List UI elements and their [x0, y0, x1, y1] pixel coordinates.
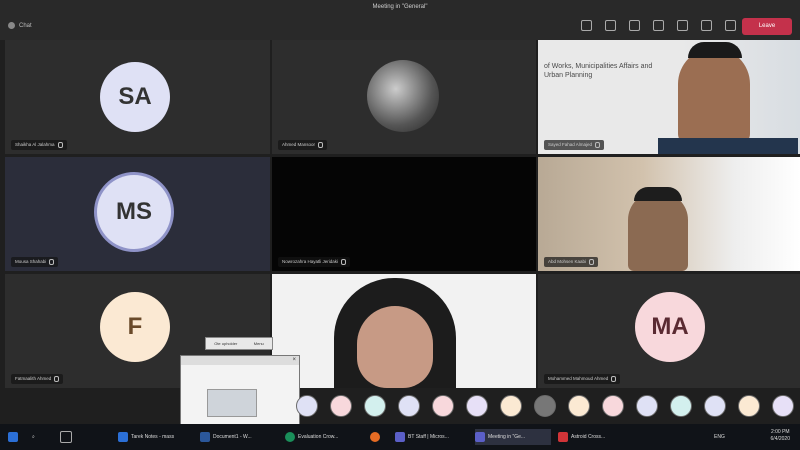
- person-video: [628, 192, 688, 271]
- firefox-icon: [370, 432, 380, 442]
- participant-video[interactable]: [272, 274, 536, 388]
- participant-bubble[interactable]: [500, 395, 522, 417]
- teams-icon: [475, 432, 485, 442]
- participant-bubble[interactable]: [534, 395, 556, 417]
- tooltip-right: Menu: [253, 341, 264, 346]
- taskbar-app-active[interactable]: Meeting in "Ge...: [475, 429, 551, 445]
- avatar: MS: [97, 175, 171, 249]
- video-grid: SA Shaikha Al Jalahma Ahmed Mansoor of W…: [5, 40, 800, 388]
- taskbar-app[interactable]: Evaluation Crow...: [285, 429, 361, 445]
- avatar: SA: [100, 62, 170, 132]
- camera-icon[interactable]: [677, 20, 688, 31]
- mic-icon: [341, 259, 347, 265]
- meeting-title-bar: Meeting in "General" Chat Leave: [0, 0, 800, 40]
- people-icon[interactable]: [581, 20, 592, 31]
- back-icon: [8, 22, 15, 29]
- participant-bubble[interactable]: [432, 395, 454, 417]
- participant-name: Shaikha Al Jalahma: [11, 140, 67, 150]
- close-icon[interactable]: ×: [292, 357, 296, 363]
- participant-bubble[interactable]: [636, 395, 658, 417]
- participant-bubble[interactable]: [466, 395, 488, 417]
- participant-bubble[interactable]: [364, 395, 386, 417]
- share-icon[interactable]: [725, 20, 736, 31]
- person-video: [357, 306, 433, 388]
- participant-name: Abd Mohsen Kaabi: [544, 257, 599, 267]
- participant-bubble[interactable]: [670, 395, 692, 417]
- meeting-title: Meeting in "General": [372, 4, 428, 10]
- pdf-icon: [558, 432, 568, 442]
- more-icon[interactable]: [653, 20, 664, 31]
- windows-icon: [8, 432, 18, 442]
- shirt: [658, 138, 798, 154]
- participant-tile[interactable]: SA Shaikha Al Jalahma: [5, 40, 270, 154]
- windows-taskbar: ⌕ Tarek Notes - mass Document1 - W... Ev…: [0, 424, 800, 450]
- chat-icon[interactable]: [605, 20, 616, 31]
- hair: [634, 187, 682, 201]
- mic-icon: [595, 142, 601, 148]
- mic-icon: [49, 259, 55, 265]
- clock-date: 6/4/2020: [770, 436, 790, 442]
- participant-name: Nowrozahra Hayatli Jeridaki: [278, 257, 351, 267]
- participant-bubble[interactable]: [772, 395, 794, 417]
- app-icon: [118, 432, 128, 442]
- participant-name: Mohammed Mahmoud Ahmed: [544, 374, 621, 384]
- participant-tile[interactable]: MA Mohammed Mahmoud Ahmed: [538, 274, 800, 388]
- meeting-controls: [581, 20, 736, 31]
- mic-icon: [611, 376, 617, 382]
- search-button[interactable]: ⌕: [32, 429, 35, 445]
- participant-bubble[interactable]: [398, 395, 420, 417]
- participant-bubble[interactable]: [704, 395, 726, 417]
- teams-icon: [395, 432, 405, 442]
- participant-bubbles: [296, 395, 794, 417]
- participant-tile[interactable]: MS Mousa Shahabi: [5, 157, 270, 271]
- clock[interactable]: 2:00 PM 6/4/2020: [771, 429, 790, 443]
- hand-icon[interactable]: [629, 20, 640, 31]
- taskbar-app[interactable]: [370, 429, 380, 445]
- tooltip-left: Ote upholder: [214, 341, 238, 346]
- preview-titlebar: [181, 356, 299, 365]
- participant-video[interactable]: of Works, Municipalities Affairs and Urb…: [538, 40, 800, 154]
- taskbar-app[interactable]: Tarek Notes - mass: [118, 429, 190, 445]
- profile-photo: [367, 60, 439, 132]
- leave-button[interactable]: Leave: [742, 18, 792, 35]
- mic-icon: [57, 142, 63, 148]
- banner-text: of Works, Municipalities Affairs and Urb…: [544, 63, 653, 79]
- participant-bubble[interactable]: [330, 395, 352, 417]
- participant-bubble[interactable]: [602, 395, 624, 417]
- participant-bubble[interactable]: [568, 395, 590, 417]
- preview-thumbnail: [207, 389, 257, 417]
- participant-tile[interactable]: Ahmed Mansoor: [272, 40, 536, 154]
- participant-bubble[interactable]: [296, 395, 318, 417]
- back-label: Chat: [19, 23, 32, 30]
- participant-name: Fatmaalith Ahmed: [11, 374, 64, 384]
- participant-name: Sayed Fahad Almajed: [544, 140, 605, 150]
- avatar: F: [100, 292, 170, 362]
- word-icon: [200, 432, 210, 442]
- thumbnail-tooltip: Ote upholder Menu: [205, 337, 273, 350]
- taskbar-app[interactable]: BT Staff | Micros...: [395, 429, 469, 445]
- task-view-button[interactable]: [60, 429, 72, 445]
- participant-name: Ahmed Mansoor: [278, 140, 328, 150]
- clock-time: 2:00 PM: [770, 429, 790, 435]
- search-icon: ⌕: [32, 434, 35, 440]
- mic-icon: [54, 376, 60, 382]
- taskbar-preview-window[interactable]: ×: [180, 355, 300, 427]
- person-video: [678, 48, 750, 144]
- chrome-icon: [285, 432, 295, 442]
- taskbar-app[interactable]: Document1 - W...: [200, 429, 276, 445]
- back-to-chat-button[interactable]: Chat: [8, 22, 32, 29]
- taskbar-app[interactable]: Astroid Cross...: [558, 429, 634, 445]
- hair: [688, 42, 742, 58]
- participant-name: Mousa Shahabi: [11, 257, 59, 267]
- start-button[interactable]: [8, 429, 18, 445]
- participant-bubble[interactable]: [738, 395, 760, 417]
- mic-icon: [318, 142, 324, 148]
- task-view-icon: [60, 431, 72, 443]
- participant-video[interactable]: Abd Mohsen Kaabi: [538, 157, 800, 271]
- avatar: MA: [635, 292, 705, 362]
- mic-icon: [589, 259, 595, 265]
- mic-icon[interactable]: [701, 20, 712, 31]
- participant-tile[interactable]: Nowrozahra Hayatli Jeridaki: [272, 157, 536, 271]
- language-indicator[interactable]: ENG: [714, 429, 725, 445]
